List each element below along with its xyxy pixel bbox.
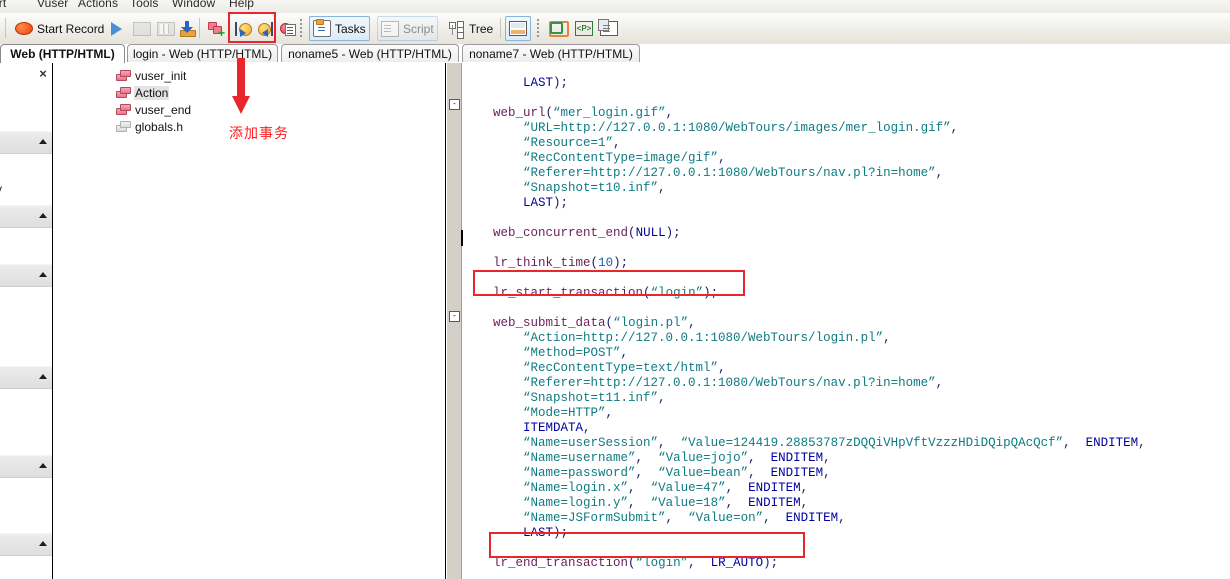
panel-group-header[interactable]: [0, 533, 52, 556]
sync-icon: [549, 20, 569, 37]
tree-item-label: vuser_init: [135, 69, 187, 83]
chevron-up-icon: [39, 272, 47, 277]
copy-icon: [598, 19, 618, 36]
panel-stub-text: y: [0, 182, 2, 196]
end-transaction-button[interactable]: [254, 16, 276, 41]
insert-step-button[interactable]: +: [205, 16, 227, 41]
tab-noname7-web[interactable]: noname7 - Web (HTTP/HTML): [462, 44, 640, 62]
rendezvous-button[interactable]: [277, 16, 299, 41]
sync-button[interactable]: [546, 16, 572, 41]
toolbar-grip: [300, 19, 302, 38]
menu-item-insert[interactable]: ert: [0, 0, 6, 10]
stop-icon: [133, 21, 151, 36]
start-transaction-button[interactable]: [232, 16, 254, 41]
panel-group-header[interactable]: [0, 455, 52, 478]
editor-gutter[interactable]: - -: [447, 63, 462, 579]
tree-label: Tree: [469, 21, 494, 36]
close-icon[interactable]: ×: [36, 66, 50, 81]
copy-button[interactable]: [597, 16, 621, 41]
chevron-up-icon: [39, 463, 47, 468]
tree-icon: [449, 20, 465, 39]
header-file-icon: [116, 121, 131, 133]
tree-item-label: globals.h: [135, 120, 184, 134]
toolbar-separator: [5, 18, 6, 38]
tab-web-http-html[interactable]: Web (HTTP/HTML): [0, 44, 125, 63]
script-label: Script: [403, 21, 434, 36]
parameter-icon: <P>: [575, 21, 593, 36]
down-arrow-annotation: [232, 58, 250, 118]
panel-group-header[interactable]: [0, 264, 52, 287]
parameter-button[interactable]: <P>: [572, 16, 596, 41]
toolbar-separator: [500, 18, 501, 38]
start-transaction-icon: [235, 21, 252, 37]
script-source-code[interactable]: LAST); web_url(“mer_login.gif”, “URL=htt…: [463, 76, 1230, 579]
action-brick-icon: [116, 104, 131, 116]
menu-bar: ert Vuser Actions Tools Window Help: [0, 0, 1230, 13]
tree-item-vuser-end[interactable]: vuser_end: [116, 102, 192, 118]
code-editor-pane[interactable]: - - LAST); web_url(“mer_login.gif”, “URL…: [447, 63, 1230, 579]
tasks-label: Tasks: [335, 21, 366, 36]
record-icon: [15, 22, 33, 35]
panel-group-header[interactable]: [0, 205, 52, 228]
tree-item-label: Action: [134, 86, 170, 100]
chevron-up-icon: [39, 374, 47, 379]
tasks-icon: [313, 19, 331, 37]
script-icon: [381, 20, 399, 37]
split-view-icon: [509, 21, 527, 36]
menu-item-window[interactable]: Window: [172, 0, 215, 10]
fold-marker[interactable]: -: [449, 99, 460, 110]
rendezvous-icon: [280, 21, 296, 37]
chevron-up-icon: [39, 541, 47, 546]
insert-step-icon: +: [208, 21, 225, 39]
panel-group-header[interactable]: [0, 131, 52, 154]
script-view-button[interactable]: Script: [377, 16, 438, 41]
left-navigation-panel: × y: [0, 63, 53, 579]
tree-item-action[interactable]: Action: [116, 85, 170, 101]
menu-item-actions[interactable]: Actions: [78, 0, 118, 10]
menu-item-tools[interactable]: Tools: [130, 0, 159, 10]
action-brick-icon: [116, 70, 131, 82]
tree-item-globals-h[interactable]: globals.h: [116, 119, 184, 135]
tab-noname5-web[interactable]: noname5 - Web (HTTP/HTML): [281, 44, 459, 62]
chevron-up-icon: [39, 213, 47, 218]
annotation-text: 添加事务: [229, 126, 289, 142]
menu-item-vuser[interactable]: Vuser: [37, 0, 68, 10]
toolbar-separator: [199, 18, 200, 38]
tree-view-button[interactable]: Tree: [446, 16, 496, 41]
tree-item-label: vuser_end: [135, 103, 192, 117]
tree-item-vuser-init[interactable]: vuser_init: [116, 68, 187, 84]
toolbar-grip: [537, 19, 539, 38]
main-toolbar: Start Record + Tasks Script Tree <P>: [0, 13, 1230, 45]
split-view-button[interactable]: [505, 16, 531, 41]
tab-login-web[interactable]: login - Web (HTTP/HTML): [127, 44, 278, 62]
download-button[interactable]: [176, 16, 198, 41]
end-transaction-icon: [257, 21, 273, 37]
menu-item-help[interactable]: Help: [229, 0, 254, 10]
action-brick-icon: [116, 87, 131, 99]
tasks-button[interactable]: Tasks: [309, 16, 370, 41]
document-tab-bar: Web (HTTP/HTML) login - Web (HTTP/HTML) …: [0, 44, 1230, 63]
download-icon: [179, 20, 196, 37]
start-record-button[interactable]: Start Record: [10, 16, 107, 41]
pause-icon: [157, 21, 175, 36]
start-record-label: Start Record: [37, 21, 105, 36]
panel-group-header[interactable]: [0, 366, 52, 389]
fold-marker[interactable]: -: [449, 311, 460, 322]
chevron-up-icon: [39, 139, 47, 144]
